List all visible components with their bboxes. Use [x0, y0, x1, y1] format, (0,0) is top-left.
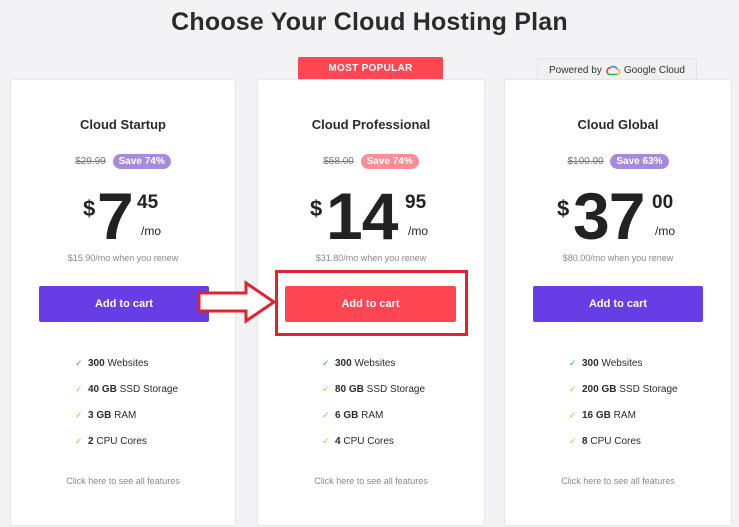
price-period: /mo: [408, 224, 429, 238]
check-icon: ✓: [569, 435, 577, 446]
currency-symbol: $: [310, 196, 323, 221]
save-badge: Save 63%: [610, 154, 669, 169]
plan-name: Cloud Startup: [80, 117, 166, 132]
google-cloud-icon: [606, 65, 621, 76]
save-badge: Save 74%: [112, 154, 171, 169]
feature-list: ✓ 300 Websites ✓ 200 GB SSD Storage ✓ 16 GB…: [569, 350, 678, 454]
old-price: $100.00: [567, 156, 604, 167]
price: $ 14 95 /mo: [310, 180, 440, 255]
page-title: Choose Your Cloud Hosting Plan: [171, 8, 568, 36]
price-period: /mo: [655, 224, 676, 238]
save-badge: Save 74%: [360, 154, 419, 169]
feature-item: ✓ 8 CPU Cores: [569, 435, 641, 447]
check-icon: ✓: [322, 357, 330, 368]
price-cents: 00: [652, 192, 674, 213]
check-icon: ✓: [569, 409, 577, 420]
powered-by-label: Powered by: [549, 65, 602, 76]
feature-item: ✓ 3 GB RAM: [75, 409, 137, 421]
renewal-price: $31.80/mo when you renew: [315, 253, 427, 263]
feature-list: ✓ 300 Websites ✓ 40 GB SSD Storage ✓ 3 GB R…: [75, 350, 178, 454]
price-integer: 37: [573, 179, 645, 253]
check-icon: ✓: [322, 409, 330, 420]
check-icon: ✓: [75, 435, 83, 446]
check-icon: ✓: [75, 409, 83, 420]
feature-item: ✓ 6 GB RAM: [322, 409, 384, 421]
add-to-cart-button[interactable]: Add to cart: [39, 286, 209, 322]
see-all-features-link[interactable]: Click here to see all features: [258, 476, 484, 486]
add-to-cart-button[interactable]: Add to cart: [533, 286, 703, 322]
currency-symbol: $: [83, 196, 96, 221]
feature-item: ✓ 300 Websites: [75, 357, 149, 369]
plan-card-cloud-global: Cloud Global $100.00 Save 63% $ 37 00 /m…: [504, 79, 732, 526]
currency-symbol: $: [557, 196, 570, 221]
feature-list: ✓ 300 Websites ✓ 80 GB SSD Storage ✓ 6 GB R…: [322, 350, 425, 454]
old-price: $58.00: [323, 156, 354, 167]
price: $ 7 45 /mo: [83, 180, 173, 255]
plan-name: Cloud Global: [577, 117, 659, 132]
check-icon: ✓: [322, 383, 330, 394]
discount-row: $29.99 Save 74%: [11, 154, 235, 169]
price: $ 37 00 /mo: [557, 180, 687, 255]
plan-name: Cloud Professional: [311, 117, 431, 132]
renewal-price: $80.00/mo when you renew: [562, 253, 674, 263]
feature-item: ✓ 300 Websites: [322, 357, 396, 369]
old-price: $29.99: [75, 156, 106, 167]
check-icon: ✓: [569, 357, 577, 368]
see-all-features-link[interactable]: Click here to see all features: [11, 476, 235, 486]
discount-row: $100.00 Save 63%: [505, 154, 731, 169]
feature-item: ✓ 40 GB SSD Storage: [75, 383, 179, 395]
renewal-price: $15.90/mo when you renew: [67, 253, 179, 263]
feature-item: ✓ 16 GB RAM: [569, 409, 636, 421]
highlight-box-annotation: [275, 270, 468, 336]
check-icon: ✓: [75, 383, 83, 394]
most-popular-badge: MOST POPULAR: [298, 57, 443, 81]
feature-item: ✓ 2 CPU Cores: [75, 435, 147, 447]
price-integer: 7: [97, 179, 134, 253]
price-period: /mo: [141, 224, 162, 238]
check-icon: ✓: [75, 357, 83, 368]
see-all-features-link[interactable]: Click here to see all features: [505, 476, 731, 486]
discount-row: $58.00 Save 74%: [258, 154, 484, 169]
feature-item: ✓ 200 GB SSD Storage: [569, 383, 678, 395]
feature-item: ✓ 80 GB SSD Storage: [322, 383, 426, 395]
arrow-right-icon: [197, 280, 277, 324]
google-cloud-label: Google Cloud: [623, 65, 685, 76]
check-icon: ✓: [569, 383, 577, 394]
price-integer: 14: [326, 179, 398, 253]
price-cents: 95: [405, 192, 427, 213]
check-icon: ✓: [322, 435, 330, 446]
price-cents: 45: [137, 192, 159, 213]
feature-item: ✓ 4 CPU Cores: [322, 435, 394, 447]
feature-item: ✓ 300 Websites: [569, 357, 643, 369]
